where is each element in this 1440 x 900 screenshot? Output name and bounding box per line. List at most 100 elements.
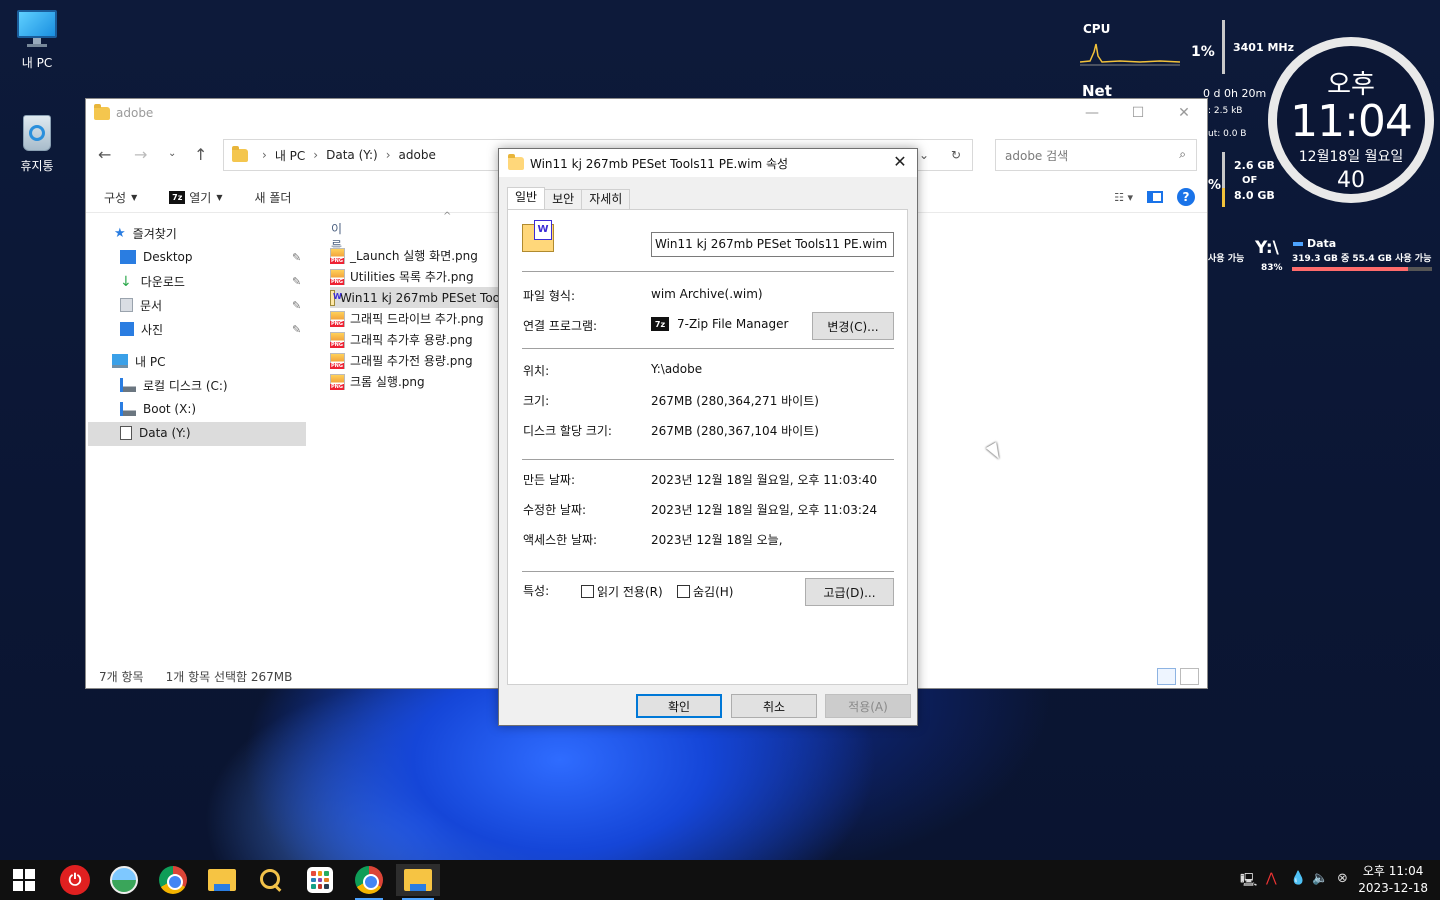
organize-label: 구성 [104, 191, 127, 205]
taskbar-clock[interactable]: 오후 11:04 2023-12-18 [1358, 863, 1428, 897]
forward-arrow-icon[interactable]: → [134, 145, 147, 164]
drive-usage: 319.3 GB 중 55.4 GB 사용 가능 [1292, 254, 1432, 264]
chrome-icon [159, 866, 187, 894]
taskbar-search-tool[interactable] [251, 864, 291, 896]
sidebar-item-documents[interactable]: 문서 ✎ [120, 294, 301, 316]
taskbar-photos[interactable] [104, 864, 144, 896]
filename-field[interactable]: Win11 kj 267mb PESet Tools11 PE.wim [651, 232, 894, 257]
file-item-selected[interactable]: Win11 kj 267mb PESet Too [330, 287, 500, 308]
file-name: Win11 kj 267mb PESet Too [339, 290, 500, 305]
chevron-down-icon: ▼ [131, 193, 138, 202]
open-button[interactable]: 7z 열기 ▼ [169, 189, 223, 206]
breadcrumb-adobe[interactable]: adobe [399, 148, 436, 162]
file-item[interactable]: 그래픽 추가후 용량.png [330, 329, 473, 350]
divider [522, 271, 894, 272]
drive-letter: Y:\ [1255, 238, 1279, 258]
breadcrumb-this-pc[interactable]: 내 PC [275, 147, 305, 164]
large-icons-view-icon[interactable] [1180, 668, 1199, 685]
taskbar-time: 오후 11:04 [1362, 864, 1424, 878]
file-name: Utilities 목록 추가.png [350, 270, 474, 284]
taskbar-file-explorer[interactable] [202, 864, 242, 896]
sidebar-item-drive-y[interactable]: Data (Y:) [120, 422, 191, 444]
pin-icon[interactable]: ✎ [292, 251, 301, 264]
details-view-icon[interactable] [1157, 668, 1176, 685]
drop-icon[interactable]: 💧 [1290, 871, 1306, 886]
close-button[interactable]: ✕ [1161, 99, 1207, 127]
advanced-button[interactable]: 고급(D)... [805, 578, 894, 606]
maximize-button[interactable]: ☐ [1115, 99, 1161, 127]
volume-icon[interactable]: 🔈 [1312, 871, 1328, 886]
sidebar-item-quick-access[interactable]: ★ 즐겨찾기 [114, 222, 177, 244]
start-button[interactable] [4, 864, 44, 896]
explorer-titlebar[interactable]: adobe [86, 99, 1207, 127]
hidden-checkbox[interactable]: 숨김(H) [677, 583, 733, 600]
folder-icon [232, 145, 248, 162]
tab-general[interactable]: 일반 [507, 187, 546, 209]
sidebar-item-this-pc[interactable]: 내 PC [112, 350, 165, 372]
app-tray-icon[interactable]: ⋀ [1266, 871, 1277, 886]
readonly-checkbox[interactable]: 읽기 전용(R) [581, 583, 663, 600]
taskbar-app-launcher[interactable] [300, 864, 340, 896]
wim-file-large-icon: W [522, 220, 554, 252]
taskbar-chrome[interactable] [153, 864, 193, 896]
properties-dialog[interactable]: Win11 kj 267mb PESet Tools11 PE.wim 속성 ✕… [498, 148, 918, 726]
file-item[interactable]: 크롬 실행.png [330, 371, 425, 392]
dialog-title: Win11 kj 267mb PESet Tools11 PE.wim 속성 [530, 156, 789, 171]
memory-used: 2.6 GB [1234, 159, 1275, 172]
sidebar-item-drive-c[interactable]: 로컬 디스크 (C:) [120, 374, 228, 396]
recent-locations-chevron-icon[interactable]: ⌄ [168, 148, 176, 159]
organize-button[interactable]: 구성 ▼ [104, 189, 137, 206]
taskbar-explorer-running[interactable] [396, 864, 440, 900]
dialog-titlebar[interactable]: Win11 kj 267mb PESet Tools11 PE.wim 속성 [499, 149, 917, 177]
up-arrow-icon[interactable]: ↑ [194, 145, 207, 164]
pin-icon[interactable]: ✎ [292, 323, 301, 336]
ok-button[interactable]: 확인 [636, 694, 722, 718]
help-icon[interactable]: ? [1177, 188, 1195, 206]
magnifier-tool-icon [258, 867, 284, 893]
view-options-icon[interactable]: ☷ ▾ [1114, 191, 1133, 204]
clock-time: 11:04 [1290, 96, 1413, 147]
sidebar-item-drive-x[interactable]: Boot (X:) [120, 398, 196, 420]
preview-pane-icon[interactable] [1147, 191, 1163, 203]
memory-of: OF [1242, 175, 1258, 186]
windows-logo-icon [13, 869, 35, 891]
readonly-label: 읽기 전용(R) [597, 585, 663, 599]
file-explorer-icon [208, 869, 236, 891]
tab-security[interactable]: 보안 [544, 189, 583, 209]
memory-bar [1222, 152, 1225, 207]
checkbox-box[interactable] [677, 585, 690, 598]
file-name: 크롬 실행.png [350, 375, 425, 389]
file-item[interactable]: 그래필 추가전 용량.png [330, 350, 473, 371]
desktop-icon-recycle-bin[interactable]: 휴지통 [2, 113, 72, 174]
cancel-button[interactable]: 취소 [731, 694, 817, 718]
seven-zip-icon: 7z [169, 191, 186, 204]
sidebar-item-pictures[interactable]: 사진 ✎ [120, 318, 301, 340]
drive-usage-fill [1292, 267, 1409, 271]
file-item[interactable]: 그래픽 드라이브 추가.png [330, 308, 484, 329]
back-arrow-icon[interactable]: ← [98, 145, 111, 164]
breadcrumb-data-drive[interactable]: Data (Y:) [326, 148, 378, 162]
checkbox-box[interactable] [581, 585, 594, 598]
close-icon[interactable]: ✕ [889, 152, 911, 171]
change-button[interactable]: 변경(C)... [812, 312, 894, 340]
pin-icon[interactable]: ✎ [292, 275, 301, 288]
close-circle-icon[interactable]: ⊗ [1337, 871, 1348, 886]
pin-icon[interactable]: ✎ [292, 299, 301, 312]
hidden-label: 숨김(H) [693, 585, 734, 599]
opens-with-app: 7-Zip File Manager [677, 317, 789, 331]
minimize-button[interactable]: — [1069, 99, 1115, 127]
file-item[interactable]: _Launch 실행 화면.png [330, 245, 478, 266]
tab-details[interactable]: 자세히 [581, 189, 631, 209]
taskbar-chrome-running[interactable] [349, 864, 389, 900]
search-box[interactable]: adobe 검색 ⌕ [995, 139, 1197, 171]
refresh-icon[interactable]: ↻ [940, 148, 972, 162]
desktop-icon-this-pc[interactable]: 내 PC [2, 10, 72, 71]
network-icon[interactable]: 🖳 [1240, 871, 1257, 893]
sidebar-item-desktop[interactable]: Desktop ✎ [120, 246, 301, 268]
apply-button[interactable]: 적용(A) [825, 694, 911, 718]
file-item[interactable]: Utilities 목록 추가.png [330, 266, 474, 287]
sidebar-item-downloads[interactable]: ↓ 다운로드 ✎ [120, 270, 301, 292]
new-folder-button[interactable]: 새 폴더 [255, 189, 292, 206]
search-icon[interactable]: ⌕ [1179, 147, 1186, 162]
taskbar-power[interactable]: ⏻ [55, 864, 95, 896]
